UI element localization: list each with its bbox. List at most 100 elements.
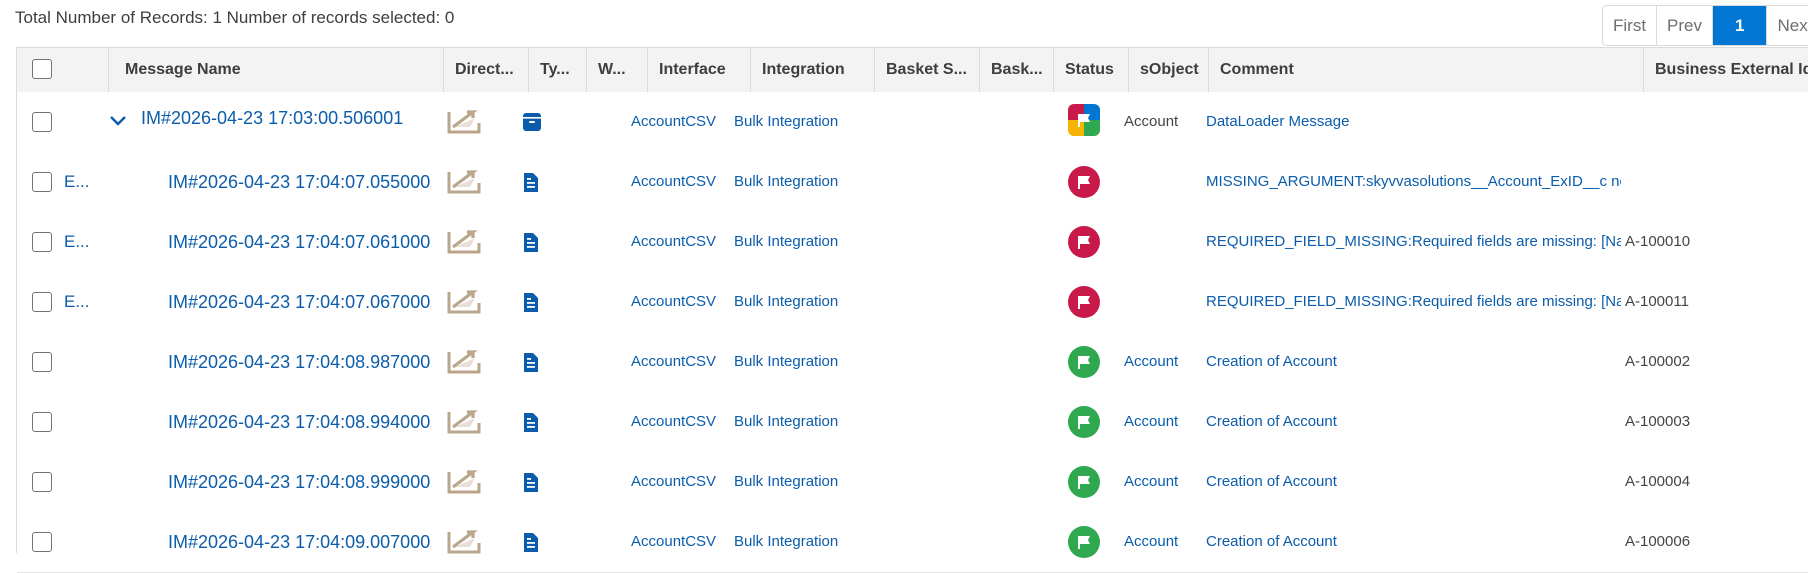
interface-link[interactable]: AccountCSV <box>631 452 741 512</box>
comment-link[interactable]: Creation of Account <box>1206 392 1621 452</box>
integration-link[interactable]: Bulk Integration <box>734 92 869 152</box>
sobject-value[interactable] <box>1124 272 1204 332</box>
message-name-link[interactable]: IM#2026-04-23 17:03:00.506001 <box>141 92 441 152</box>
col-header-integration[interactable]: Integration <box>751 48 875 92</box>
row-prefix-link[interactable] <box>64 512 104 572</box>
status-success-flag-icon[interactable] <box>1068 466 1100 498</box>
sobject-value[interactable]: Account <box>1124 392 1204 452</box>
chevron-down-icon[interactable] <box>109 114 127 132</box>
table-row[interactable]: IM#2026-04-23 17:04:08.994000 AccountCSV B… <box>17 392 1808 453</box>
interface-link[interactable]: AccountCSV <box>631 272 741 332</box>
row-prefix-link[interactable]: E... <box>64 272 104 332</box>
message-name-link[interactable]: IM#2026-04-23 17:04:08.987000 <box>168 332 444 392</box>
sobject-value[interactable] <box>1124 212 1204 272</box>
message-name-link[interactable]: IM#2026-04-23 17:04:07.061000 <box>168 212 444 272</box>
status-error-flag-icon[interactable] <box>1068 286 1100 318</box>
table-row[interactable]: E... IM#2026-04-23 17:04:07.055000 Account… <box>17 152 1808 213</box>
comment-link[interactable]: DataLoader Message <box>1206 92 1621 152</box>
integration-link[interactable]: Bulk Integration <box>734 512 869 572</box>
col-header-basket-s[interactable]: Basket S... <box>875 48 980 92</box>
status-error-flag-icon[interactable] <box>1068 166 1100 198</box>
table-row[interactable]: IM#2026-04-23 17:03:00.506001 AccountCSV B… <box>17 92 1808 153</box>
comment-link[interactable]: Creation of Account <box>1206 452 1621 512</box>
comment-link[interactable]: MISSING_ARGUMENT:skyvvasolutions__Accoun… <box>1206 152 1621 212</box>
message-name-link[interactable]: IM#2026-04-23 17:04:08.994000 <box>168 392 444 452</box>
col-header-w[interactable]: W... <box>587 48 648 92</box>
integration-link[interactable]: Bulk Integration <box>734 452 869 512</box>
row-prefix-link[interactable] <box>64 92 104 152</box>
status-success-flag-icon[interactable] <box>1068 346 1100 378</box>
row-prefix-link[interactable]: E... <box>64 212 104 272</box>
table-row[interactable]: E... IM#2026-04-23 17:04:07.061000 Account… <box>17 212 1808 273</box>
comment-link[interactable]: Creation of Account <box>1206 512 1621 572</box>
row-prefix-link[interactable]: E... <box>64 152 104 212</box>
row-prefix-link[interactable] <box>64 332 104 392</box>
record-count-text: Total Number of Records: 1 Number of rec… <box>15 8 455 27</box>
sobject-value[interactable]: Account <box>1124 452 1204 512</box>
row-checkbox[interactable] <box>32 292 52 312</box>
col-header-bask[interactable]: Bask... <box>980 48 1054 92</box>
message-name-link[interactable]: IM#2026-04-23 17:04:09.007000 <box>168 512 444 572</box>
integration-link[interactable]: Bulk Integration <box>734 272 869 332</box>
pagination: First Prev 1 Next L <box>1602 5 1808 46</box>
col-header-direction[interactable]: Direct... <box>444 48 529 92</box>
interface-link[interactable]: AccountCSV <box>631 332 741 392</box>
interface-link[interactable]: AccountCSV <box>631 152 741 212</box>
business-external-id-value: A-100011 <box>1625 293 1689 310</box>
sobject-value[interactable]: Account <box>1124 512 1204 572</box>
table-header: Message Name Direct... Ty... W... Interf… <box>17 48 1808 93</box>
interface-link[interactable]: AccountCSV <box>631 212 741 272</box>
table-row[interactable]: E... IM#2026-04-23 17:04:07.067000 Account… <box>17 272 1808 333</box>
message-name-link[interactable]: IM#2026-04-23 17:04:07.067000 <box>168 272 444 332</box>
row-checkbox[interactable] <box>32 532 52 552</box>
table-row[interactable]: IM#2026-04-23 17:04:08.987000 AccountCSV B… <box>17 332 1808 393</box>
message-name-link[interactable]: IM#2026-04-23 17:04:08.999000 <box>168 452 444 512</box>
row-checkbox[interactable] <box>32 472 52 492</box>
row-checkbox[interactable] <box>32 352 52 372</box>
status-success-flag-icon[interactable] <box>1068 406 1100 438</box>
direction-icon <box>446 406 482 439</box>
status-error-flag-icon[interactable] <box>1068 226 1100 258</box>
row-checkbox[interactable] <box>32 112 52 132</box>
comment-link[interactable]: REQUIRED_FIELD_MISSING:Required fields a… <box>1206 212 1621 272</box>
integration-link[interactable]: Bulk Integration <box>734 212 869 272</box>
document-icon <box>522 412 540 438</box>
col-header-type[interactable]: Ty... <box>529 48 587 92</box>
table-row[interactable]: IM#2026-04-23 17:04:08.999000 AccountCSV B… <box>17 452 1808 513</box>
sobject-value[interactable] <box>1124 152 1204 212</box>
col-header-interface[interactable]: Interface <box>648 48 751 92</box>
select-all-checkbox[interactable] <box>32 59 52 79</box>
col-header-status[interactable]: Status <box>1054 48 1129 92</box>
row-prefix-link[interactable] <box>64 452 104 512</box>
document-icon <box>522 352 540 378</box>
row-prefix-link[interactable] <box>64 392 104 452</box>
row-checkbox[interactable] <box>32 172 52 192</box>
col-header-sobject[interactable]: sObject <box>1129 48 1209 92</box>
integration-link[interactable]: Bulk Integration <box>734 392 869 452</box>
interface-link[interactable]: AccountCSV <box>631 92 741 152</box>
status-success-flag-icon[interactable] <box>1068 526 1100 558</box>
next-page-button[interactable]: Next <box>1767 6 1808 45</box>
table-row[interactable]: IM#2026-04-23 17:04:09.007000 AccountCSV B… <box>17 512 1808 573</box>
document-icon <box>522 172 540 198</box>
business-external-id-value: A-100004 <box>1625 473 1691 490</box>
interface-link[interactable]: AccountCSV <box>631 392 741 452</box>
interface-link[interactable]: AccountCSV <box>631 512 741 572</box>
row-checkbox[interactable] <box>32 232 52 252</box>
status-mixed-icon[interactable] <box>1068 104 1100 136</box>
integration-link[interactable]: Bulk Integration <box>734 152 869 212</box>
current-page-button[interactable]: 1 <box>1713 6 1768 45</box>
prev-page-button[interactable]: Prev <box>1657 6 1714 45</box>
sobject-value[interactable]: Account <box>1124 332 1204 392</box>
message-name-link[interactable]: IM#2026-04-23 17:04:07.055000 <box>168 152 444 212</box>
comment-link[interactable]: Creation of Account <box>1206 332 1621 392</box>
col-header-business-external-id[interactable]: Business External Id <box>1644 48 1808 92</box>
row-checkbox[interactable] <box>32 412 52 432</box>
integration-link[interactable]: Bulk Integration <box>734 332 869 392</box>
col-header-message-name[interactable]: Message Name <box>109 48 444 92</box>
comment-link[interactable]: REQUIRED_FIELD_MISSING:Required fields a… <box>1206 272 1621 332</box>
sobject-value: Account <box>1124 113 1179 130</box>
business-external-id-value <box>1625 152 1795 212</box>
col-header-comment[interactable]: Comment <box>1209 48 1644 92</box>
first-page-button[interactable]: First <box>1603 6 1658 45</box>
